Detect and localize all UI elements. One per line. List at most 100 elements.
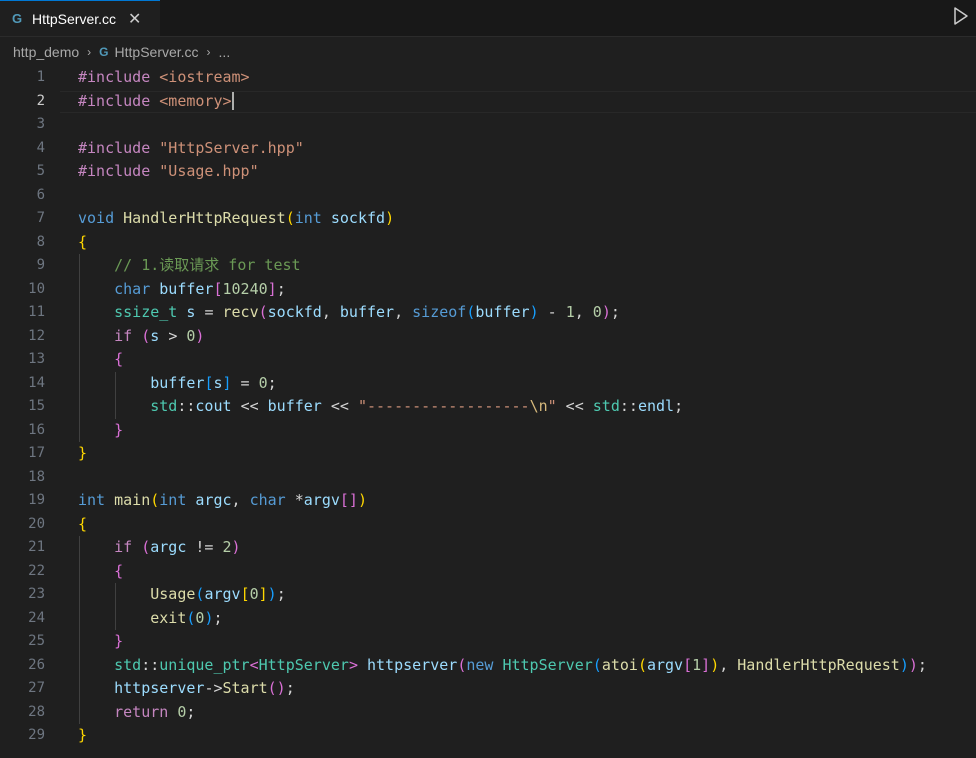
code-token: #include — [78, 162, 160, 180]
code-token: , — [321, 303, 340, 321]
code-text: exit(0); — [78, 607, 222, 631]
code-token: buffer — [475, 303, 530, 321]
close-icon[interactable]: ✕ — [128, 9, 141, 29]
breadcrumb-file[interactable]: HttpServer.cc — [115, 44, 199, 60]
code-token: ) — [195, 326, 205, 345]
code-line[interactable]: 15 std::cout << buffer << "-------------… — [0, 395, 976, 419]
code-token: ) — [899, 655, 909, 674]
code-token: HttpServer — [258, 655, 349, 674]
code-line[interactable]: 16 } — [0, 419, 976, 443]
code-token: ( — [285, 209, 295, 227]
code-text: { — [78, 560, 123, 584]
chevron-right-icon: › — [206, 45, 211, 59]
code-text: char buffer[10240]; — [78, 278, 286, 302]
code-line[interactable]: 2 #include <memory> — [0, 90, 976, 114]
code-token: { — [78, 514, 88, 533]
code-token: ) — [267, 585, 277, 603]
tab-httpserver-cc[interactable]: G HttpServer.cc ✕ — [0, 0, 160, 36]
code-token: << — [556, 397, 593, 415]
code-token: " — [547, 397, 557, 415]
code-line[interactable]: 23 Usage(argv[0]); — [0, 583, 976, 607]
code-token: ) — [908, 655, 918, 674]
code-line[interactable]: 1 #include <iostream> — [0, 66, 976, 90]
code-token: } — [78, 444, 88, 462]
code-line[interactable]: 12 if (s > 0) — [0, 325, 976, 349]
code-token: > — [168, 326, 187, 345]
code-token: << — [330, 397, 358, 415]
code-token: unique_ptr — [159, 655, 250, 674]
code-line[interactable]: 5 #include "Usage.hpp" — [0, 160, 976, 184]
code-token: ; — [267, 373, 277, 392]
code-token: , — [719, 655, 738, 674]
code-token: argc — [195, 491, 232, 509]
code-line[interactable]: 22 { — [0, 560, 976, 584]
code-token: ( — [150, 491, 160, 509]
code-text: } — [78, 419, 123, 443]
cpp-file-icon: G — [99, 45, 109, 59]
code-token: int — [159, 491, 196, 509]
code-line[interactable]: 17} — [0, 442, 976, 466]
code-token: ( — [258, 303, 268, 321]
code-line[interactable]: 28 return 0; — [0, 701, 976, 725]
breadcrumb-symbols[interactable]: ... — [219, 44, 231, 60]
code-text: } — [78, 724, 87, 748]
code-token: #include — [78, 68, 160, 86]
code-line[interactable]: 8{ — [0, 231, 976, 255]
code-text: // 1.读取请求 for test — [78, 254, 300, 278]
line-number: 29 — [28, 727, 45, 743]
code-line[interactable]: 25 } — [0, 630, 976, 654]
code-token: 1 — [565, 303, 575, 321]
code-token: [ — [240, 585, 250, 603]
code-token: argv — [303, 491, 340, 509]
code-line[interactable]: 7 void HandlerHttpRequest(int sockfd) — [0, 207, 976, 231]
code-line[interactable]: 11 ssize_t s = recv(sockfd, buffer, size… — [0, 301, 976, 325]
code-token: buffer — [150, 373, 205, 392]
line-number: 20 — [28, 515, 45, 532]
code-line[interactable]: 14 buffer[s] = 0; — [0, 372, 976, 396]
code-text: #include "Usage.hpp" — [78, 160, 259, 184]
code-line[interactable]: 9 // 1.读取请求 for test — [0, 254, 976, 278]
code-editor[interactable]: 1 #include <iostream> 2 #include <memory> 3 4… — [0, 66, 976, 758]
code-line[interactable]: 21 if (argc != 2) — [0, 536, 976, 560]
line-number: 9 — [36, 257, 45, 273]
code-line[interactable]: 3 — [0, 113, 976, 137]
code-token: ] — [258, 585, 268, 603]
code-line[interactable]: 24 exit(0); — [0, 607, 976, 631]
code-text: void HandlerHttpRequest(int sockfd) — [78, 207, 394, 231]
run-icon[interactable] — [952, 6, 970, 26]
line-number: 13 — [28, 351, 45, 367]
code-token: argv — [646, 655, 684, 674]
code-token: char — [114, 279, 160, 298]
code-token: HttpServer — [502, 655, 593, 674]
code-line[interactable]: 26 std::unique_ptr<HttpServer> httpserve… — [0, 654, 976, 678]
code-text: std::cout << buffer << "----------------… — [78, 395, 683, 419]
code-line[interactable]: 27 httpserver->Start(); — [0, 677, 976, 701]
indent-guide — [79, 254, 80, 442]
code-line[interactable]: 29} — [0, 724, 976, 748]
code-line[interactable]: 18 — [0, 466, 976, 490]
code-token: HandlerHttpRequest — [737, 655, 900, 674]
code-line[interactable]: 20 { — [0, 513, 976, 537]
code-text: { — [78, 513, 87, 537]
code-token: void — [78, 209, 124, 227]
breadcrumb-folder[interactable]: http_demo — [13, 44, 79, 60]
line-number: 16 — [28, 421, 45, 438]
code-token: { — [78, 232, 88, 251]
chevron-right-icon: › — [87, 45, 92, 59]
code-line[interactable]: 4 #include "HttpServer.hpp" — [0, 137, 976, 161]
code-token: std — [114, 655, 142, 674]
code-token: } — [78, 726, 88, 744]
tab-bar: G HttpServer.cc ✕ — [0, 0, 976, 37]
code-token: int — [78, 491, 115, 509]
code-text: std::unique_ptr<HttpServer> httpserver(n… — [78, 654, 927, 678]
code-line[interactable]: 19 int main(int argc, char *argv[]) — [0, 489, 976, 513]
code-line[interactable]: 10 char buffer[10240]; — [0, 278, 976, 302]
code-text: #include <iostream> — [78, 66, 250, 90]
code-token: buffer — [159, 279, 214, 298]
code-line[interactable]: 13 { — [0, 348, 976, 372]
code-token: [] — [339, 491, 358, 509]
code-line[interactable]: 6 — [0, 184, 976, 208]
